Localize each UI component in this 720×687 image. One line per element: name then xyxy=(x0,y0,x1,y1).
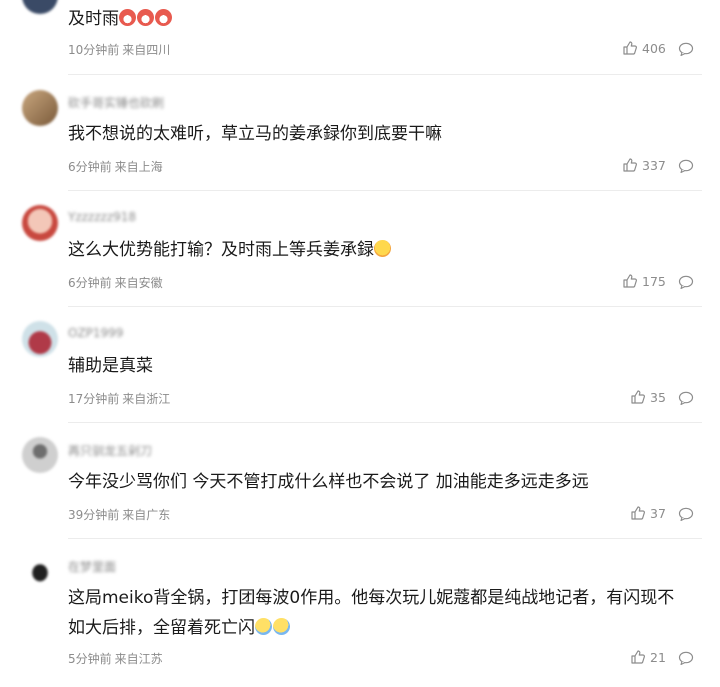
like-button[interactable]: 21 xyxy=(630,649,666,665)
timestamp: 6分钟前 xyxy=(68,160,112,174)
like-count: 21 xyxy=(650,649,666,665)
comment-item: Yzzzzzz918 这么大优势能打输？及时雨上等兵姜承録 6分钟前 来自安徽 1… xyxy=(0,191,720,307)
like-count: 35 xyxy=(650,389,666,405)
comment-text: 这局meiko背全锅，打团每波0作用。他每次玩儿妮蔻都是纯战地记者，有闪现不如大… xyxy=(68,588,675,638)
like-count: 175 xyxy=(642,273,666,289)
comment-item: 砍手哥实锤也砍刷 我不想说的太难听，草立马的姜承録你到底要干嘛 6分钟前 来自上海… xyxy=(0,75,720,191)
avatar[interactable] xyxy=(22,205,58,241)
comment-text: 今年没少骂你们 今天不管打成什么样也不会说了 加油能走多远走多远 xyxy=(68,472,589,492)
like-button[interactable]: 337 xyxy=(622,157,666,173)
comment-meta: 6分钟前 来自上海 xyxy=(68,158,163,175)
laughing-emoji-icon xyxy=(119,9,136,26)
laughing-emoji-icon xyxy=(155,9,172,26)
like-count: 37 xyxy=(650,505,666,521)
comment-text: 这么大优势能打输？及时雨上等兵姜承録 xyxy=(68,235,690,265)
like-count: 337 xyxy=(642,157,666,173)
thumbs-up-icon xyxy=(631,390,645,404)
username[interactable]: 在梦里面 xyxy=(68,558,116,575)
laughing-emoji-icon xyxy=(137,9,154,26)
comment-text: 及时雨 xyxy=(68,4,690,34)
avatar[interactable] xyxy=(22,553,58,589)
crying-emoji-icon xyxy=(273,618,290,635)
location: 来自江苏 xyxy=(114,652,163,666)
location: 来自四川 xyxy=(122,43,171,57)
comment-text: 辅助是真菜 xyxy=(68,356,153,376)
thumbs-up-icon xyxy=(623,274,637,288)
username[interactable]: 砍手哥实锤也砍刷 xyxy=(68,94,164,111)
username[interactable]: Yzzzzzz918 xyxy=(68,210,136,224)
like-button[interactable]: 37 xyxy=(630,505,666,521)
comment-item: 在梦里面 这局meiko背全锅，打团每波0作用。他每次玩儿妮蔻都是纯战地记者，有… xyxy=(0,539,720,687)
comment-meta: 17分钟前 来自浙江 xyxy=(68,390,170,407)
comment-item: 及时雨 10分钟前 来自四川 406 xyxy=(0,0,720,75)
comment-feed: 及时雨 10分钟前 来自四川 406 砍手哥实锤也砍刷 我不想说的太难听，草立马的… xyxy=(0,0,720,687)
like-button[interactable]: 175 xyxy=(622,273,666,289)
avatar[interactable] xyxy=(22,437,58,473)
like-button[interactable]: 406 xyxy=(622,40,666,56)
location: 来自浙江 xyxy=(122,392,171,406)
comment-meta: 39分钟前 来自广东 xyxy=(68,506,170,523)
thumbs-up-icon xyxy=(623,158,637,172)
username[interactable]: 再只驯龙五剁刀 xyxy=(68,442,152,459)
like-button[interactable]: 35 xyxy=(630,389,666,405)
avatar[interactable] xyxy=(22,90,58,126)
timestamp: 6分钟前 xyxy=(68,276,112,290)
crying-emoji-icon xyxy=(255,618,272,635)
timestamp: 17分钟前 xyxy=(68,392,120,406)
thumbs-up-icon xyxy=(623,41,637,55)
location: 来自安徽 xyxy=(114,276,163,290)
comment-item: 再只驯龙五剁刀 今年没少骂你们 今天不管打成什么样也不会说了 加油能走多远走多远… xyxy=(0,423,720,539)
comment-bubble-icon[interactable] xyxy=(678,650,694,666)
like-count: 406 xyxy=(642,40,666,56)
timestamp: 39分钟前 xyxy=(68,508,120,522)
comment-meta: 10分钟前 来自四川 xyxy=(68,41,170,58)
comment-bubble-icon[interactable] xyxy=(678,274,694,290)
location: 来自上海 xyxy=(114,160,163,174)
thumbs-up-icon xyxy=(631,506,645,520)
location: 来自广东 xyxy=(122,508,171,522)
comment-meta: 6分钟前 来自安徽 xyxy=(68,274,163,291)
comment-bubble-icon[interactable] xyxy=(678,41,694,57)
comment-bubble-icon[interactable] xyxy=(678,158,694,174)
comment-bubble-icon[interactable] xyxy=(678,390,694,406)
comment-bubble-icon[interactable] xyxy=(678,506,694,522)
timestamp: 10分钟前 xyxy=(68,43,120,57)
timestamp: 5分钟前 xyxy=(68,652,112,666)
username[interactable]: OZP1999 xyxy=(68,326,123,340)
avatar[interactable] xyxy=(22,0,58,14)
comment-item: OZP1999 辅助是真菜 17分钟前 来自浙江 35 xyxy=(0,307,720,423)
thumbs-up-icon xyxy=(631,650,645,664)
comment-text: 我不想说的太难听，草立马的姜承録你到底要干嘛 xyxy=(68,124,442,144)
avatar[interactable] xyxy=(22,321,58,357)
shy-emoji-icon xyxy=(374,240,391,257)
comment-meta: 5分钟前 来自江苏 xyxy=(68,650,163,667)
